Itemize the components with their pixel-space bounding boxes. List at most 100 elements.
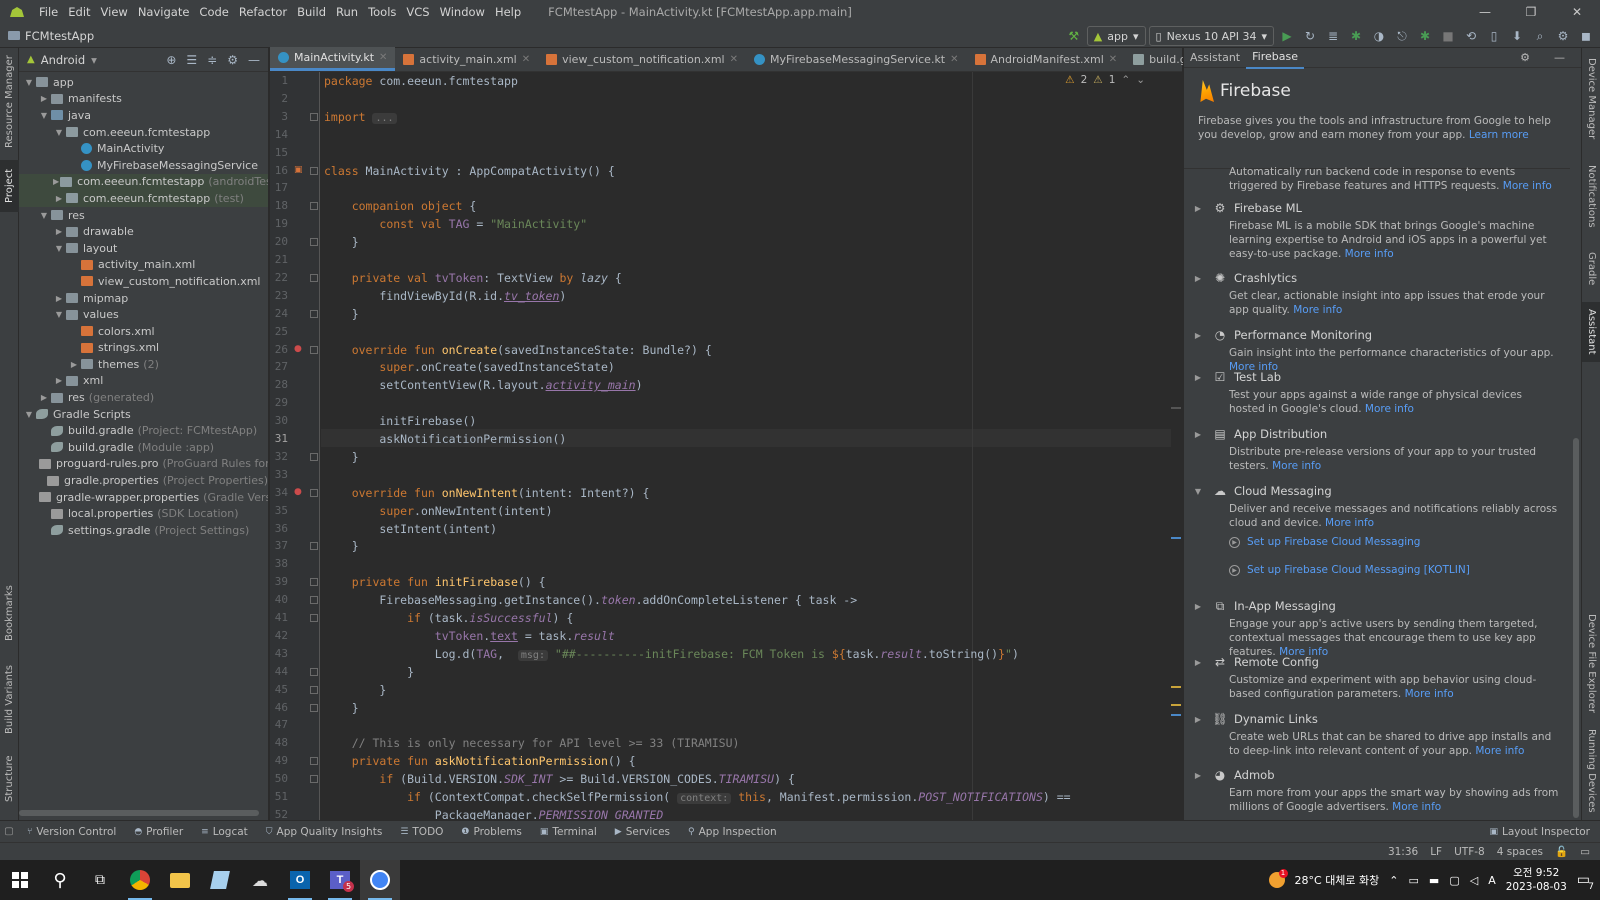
account-icon[interactable]: ◼	[1576, 26, 1596, 46]
chevron-right-icon[interactable]: ▶	[38, 94, 50, 103]
more-info-link[interactable]: More info	[1405, 688, 1454, 700]
tree-item[interactable]: local.properties (SDK Location)	[19, 505, 268, 522]
close-tab-icon[interactable]: ✕	[1109, 54, 1117, 65]
minimize-button[interactable]: —	[1462, 0, 1508, 24]
chevron-down-icon[interactable]: ▼	[23, 410, 35, 419]
fold-marker-icon[interactable]	[310, 614, 318, 622]
menu-file[interactable]: File	[34, 0, 63, 24]
notepad-app[interactable]	[200, 860, 240, 900]
tree-item[interactable]: MainActivity	[19, 140, 268, 157]
chevron-down-icon[interactable]: ▾	[91, 53, 97, 67]
network-icon[interactable]: ▭	[1409, 874, 1419, 887]
feature-header[interactable]: ▶ ☑ Test Lab	[1184, 368, 1570, 386]
tool-tab-notifications[interactable]: Notifications	[1582, 156, 1600, 236]
tree-item[interactable]: ▼ Gradle Scripts	[19, 406, 268, 423]
file-encoding[interactable]: UTF-8	[1454, 846, 1485, 858]
memory-indicator-icon[interactable]: ▭	[1580, 846, 1590, 858]
fold-marker-icon[interactable]	[310, 757, 318, 766]
chevron-right-icon[interactable]: ▶	[53, 376, 65, 385]
tool-tab-resource-manager[interactable]: Resource Manager	[0, 52, 19, 152]
chrome-app[interactable]	[120, 860, 160, 900]
chevron-right-icon[interactable]: ▶	[1184, 204, 1212, 213]
remote-desktop-app[interactable]: ☁	[240, 860, 280, 900]
chevron-down-icon[interactable]: ▼	[38, 111, 50, 120]
chevron-down-icon[interactable]: ▼	[53, 310, 65, 319]
android-studio-app[interactable]	[360, 860, 400, 900]
attach-process-icon[interactable]: ✱	[1415, 26, 1435, 46]
fold-marker-icon[interactable]	[310, 112, 318, 121]
menu-window[interactable]: Window	[435, 0, 490, 24]
close-tab-icon[interactable]: ✕	[379, 52, 387, 63]
hide-panel-icon[interactable]: —	[248, 53, 260, 67]
debug-bug-icon[interactable]: ✱	[1346, 26, 1366, 46]
feature-header[interactable]: ▶ ◕ Admob	[1184, 766, 1570, 784]
ime-indicator[interactable]: A	[1488, 874, 1496, 887]
project-view-select[interactable]: Android	[41, 53, 85, 67]
search-icon[interactable]: ⌕	[1530, 26, 1550, 46]
tool-services[interactable]: ▶ Services	[606, 826, 679, 838]
more-info-link[interactable]: More info	[1503, 180, 1552, 192]
tab-assistant[interactable]: Assistant	[1184, 48, 1246, 68]
tool-logcat[interactable]: ≡ Logcat	[192, 826, 257, 838]
chevron-right-icon[interactable]: ▶	[53, 177, 59, 186]
tree-item[interactable]: strings.xml	[19, 340, 268, 357]
tree-item[interactable]: ▼ values	[19, 306, 268, 323]
close-tab-icon[interactable]: ✕	[522, 54, 530, 65]
fold-marker-icon[interactable]	[310, 685, 318, 694]
fold-marker-icon[interactable]	[310, 667, 318, 676]
tool-tab-device-manager[interactable]: Device Manager	[1582, 54, 1600, 144]
show-hidden-icons-icon[interactable]: ⌃	[1389, 874, 1398, 887]
tree-item[interactable]: ▶ com.eeeun.fcmtestapp(androidTest)	[19, 173, 268, 191]
chevron-right-icon[interactable]: ▶	[1184, 274, 1212, 283]
sync-gradle-icon[interactable]: ⟲	[1461, 26, 1481, 46]
feature-header[interactable]: ▶ ✺ Crashlytics	[1184, 269, 1570, 287]
more-info-link[interactable]: More info	[1325, 517, 1374, 529]
tree-item[interactable]: ▶ drawable	[19, 223, 268, 240]
menu-help[interactable]: Help	[490, 0, 526, 24]
expand-all-icon[interactable]: ☰	[186, 53, 197, 67]
code-editor[interactable]: ⚠ 2 ⚠ 1 ⌃ ⌄ package com.eeeun.fcmtestapp…	[321, 72, 1181, 820]
more-info-link[interactable]: More info	[1293, 304, 1342, 316]
fold-marker-icon[interactable]	[310, 202, 318, 211]
fold-marker-icon[interactable]	[310, 703, 318, 712]
tree-item[interactable]: gradle-wrapper.properties(Gradle Version…	[19, 489, 268, 506]
chevron-right-icon[interactable]: ▶	[53, 294, 65, 303]
tool-tab-device-file-explorer[interactable]: Device File Explorer	[1582, 608, 1600, 718]
tree-item[interactable]: activity_main.xml	[19, 257, 268, 274]
stop-icon[interactable]: ■	[1438, 26, 1458, 46]
tree-item[interactable]: ▼ app	[19, 74, 268, 91]
tool-version-control[interactable]: ⑂ Version Control	[18, 826, 125, 838]
settings-gear-icon[interactable]: ⚙	[1553, 26, 1573, 46]
tool-app-inspection[interactable]: ⚲ App Inspection	[679, 826, 786, 838]
tree-item[interactable]: proguard-rules.pro(ProGuard Rules for ":…	[19, 456, 268, 473]
tree-item[interactable]: ▼ java	[19, 107, 268, 124]
chevron-right-icon[interactable]: ▶	[68, 360, 80, 369]
chevron-down-icon[interactable]: ▼	[38, 211, 50, 220]
feature-header[interactable]: ▶ ◔ Performance Monitoring	[1184, 326, 1570, 344]
tree-item[interactable]: ▶ themes (2)	[19, 356, 268, 373]
display-icon[interactable]: ▢	[1449, 874, 1459, 887]
tool-app-quality-insights[interactable]: ⛉ App Quality Insights	[257, 826, 392, 838]
tree-item[interactable]: view_custom_notification.xml	[19, 273, 268, 290]
volume-icon[interactable]: ◁	[1470, 874, 1478, 887]
class-gutter-icon[interactable]: ▣	[294, 165, 303, 175]
editor-tab[interactable]: MyFirebaseMessagingService.kt ✕	[746, 47, 967, 71]
feature-header[interactable]: ▶ ⛓ Dynamic Links	[1184, 710, 1570, 728]
editor-tab[interactable]: activity_main.xml ✕	[395, 47, 538, 71]
menu-view[interactable]: View	[96, 0, 133, 24]
fold-marker-icon[interactable]	[310, 273, 318, 282]
chevron-right-icon[interactable]: ▶	[1184, 715, 1212, 724]
tree-item[interactable]: ▶ com.eeeun.fcmtestapp (test)	[19, 190, 268, 207]
unlock-icon[interactable]: 🔓	[1555, 845, 1568, 858]
chevron-right-icon[interactable]: ▶	[1184, 430, 1212, 439]
notification-center-icon[interactable]: ▭ 7	[1577, 872, 1594, 892]
fold-marker-icon[interactable]	[310, 488, 318, 497]
fold-marker-icon[interactable]	[310, 345, 318, 354]
tree-item[interactable]: build.gradle (Project: FCMtestApp)	[19, 422, 268, 439]
chevron-right-icon[interactable]: ▶	[38, 393, 50, 402]
editor-tab[interactable]: MainActivity.kt ✕	[270, 47, 396, 71]
tool-tab-assistant[interactable]: Assistant	[1582, 302, 1600, 362]
chevron-down-icon[interactable]: ▼	[23, 78, 35, 87]
profile-icon[interactable]: ◑	[1369, 26, 1389, 46]
start-button[interactable]	[0, 860, 40, 900]
